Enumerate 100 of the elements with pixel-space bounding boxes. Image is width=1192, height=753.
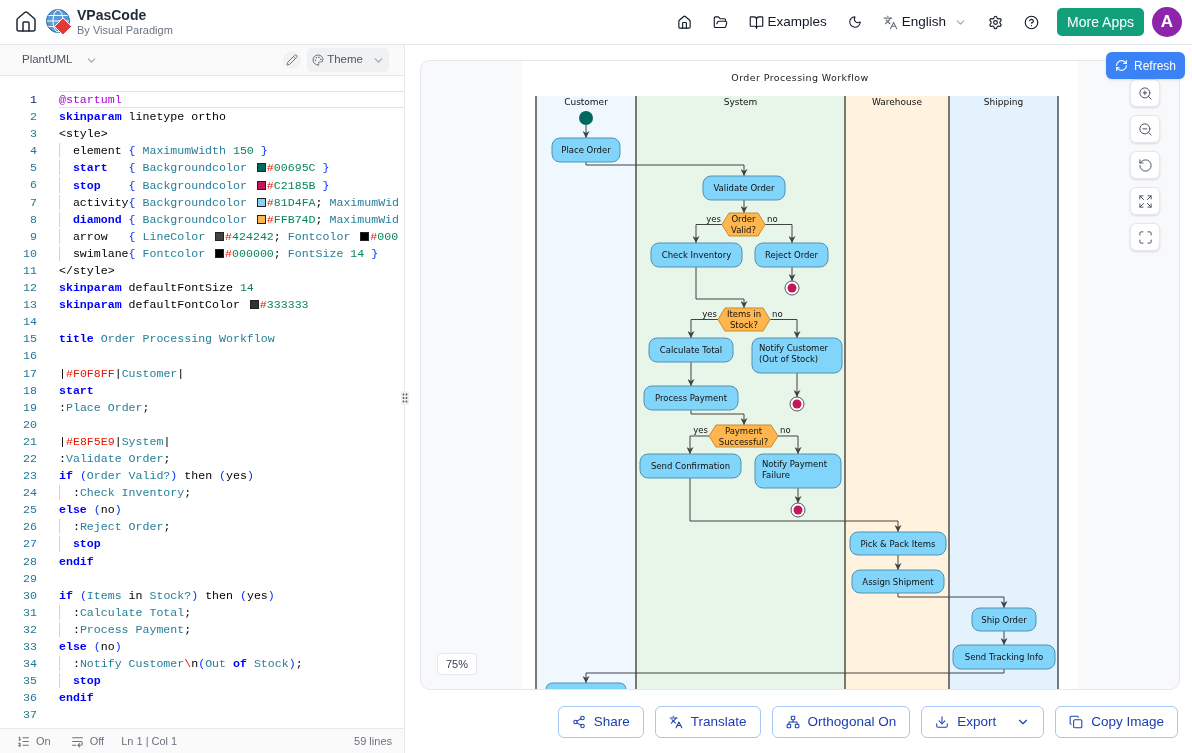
code-text: if (Order Valid?) then (yes) bbox=[59, 468, 254, 484]
branch-label: no bbox=[772, 308, 783, 319]
moon-icon[interactable] bbox=[847, 15, 862, 29]
rotate-left-icon bbox=[1137, 157, 1153, 173]
line-number: 17 bbox=[23, 365, 37, 382]
code-text: endif bbox=[59, 690, 94, 706]
download-icon bbox=[935, 715, 950, 729]
swimlane-title: Warehouse bbox=[872, 96, 922, 107]
activity-node: Notify Payment Failure bbox=[754, 453, 842, 489]
refresh-icon bbox=[1114, 59, 1128, 72]
fullscreen-button[interactable] bbox=[1130, 223, 1160, 251]
help-icon[interactable] bbox=[1024, 14, 1040, 30]
end-node-icon bbox=[784, 280, 800, 296]
decision-node: Payment Successful? bbox=[708, 424, 779, 448]
activity-node: Send Confirmation bbox=[639, 453, 742, 479]
code-text: #C2185B } bbox=[266, 177, 330, 193]
app-name: VPasCode bbox=[77, 7, 148, 24]
line-number: 13 bbox=[23, 297, 37, 314]
line-number: 35 bbox=[23, 673, 37, 690]
start-node-icon bbox=[579, 111, 593, 125]
line-number: 18 bbox=[23, 382, 37, 399]
activity-node: Process Payment bbox=[643, 385, 739, 411]
code-text: skinparam defaultFontSize 14 bbox=[59, 280, 254, 296]
fullscreen-icon bbox=[1137, 229, 1153, 245]
line-number: 30 bbox=[23, 587, 37, 604]
language-selector[interactable]: English bbox=[882, 11, 968, 33]
end-node-icon bbox=[789, 396, 805, 412]
branch-label: no bbox=[780, 425, 791, 435]
code-text: else (no) bbox=[59, 639, 122, 655]
line-number: 36 bbox=[23, 690, 37, 707]
line-number: 27 bbox=[23, 536, 37, 553]
line-number: 14 bbox=[23, 314, 37, 331]
line-number: 19 bbox=[23, 399, 37, 416]
branch-label: no bbox=[767, 213, 778, 224]
edit-button[interactable] bbox=[283, 51, 302, 69]
code-text: #333333 bbox=[259, 297, 309, 313]
examples-button[interactable]: Examples bbox=[748, 11, 827, 33]
theme-button[interactable]: Theme bbox=[307, 48, 389, 72]
code-text: #000 bbox=[370, 228, 399, 244]
code-text: else (no) bbox=[59, 502, 122, 518]
line-number: 12 bbox=[23, 280, 37, 297]
settings-icon[interactable] bbox=[988, 14, 1004, 30]
line-number: 15 bbox=[23, 331, 37, 348]
home-icon[interactable] bbox=[676, 14, 692, 30]
flow-arrow bbox=[690, 409, 748, 426]
line-number: 20 bbox=[23, 416, 37, 433]
line-number: 23 bbox=[23, 468, 37, 485]
zoom-out-button[interactable] bbox=[1130, 115, 1160, 143]
code-text: |#E8F5E9|System| bbox=[59, 433, 171, 449]
language-dropdown[interactable]: PlantUML bbox=[22, 51, 98, 69]
hierarchy-icon bbox=[785, 715, 800, 729]
word-wrap-toggle[interactable]: Off bbox=[70, 732, 105, 750]
flow-arrow bbox=[686, 435, 710, 455]
code-text: #00695C } bbox=[266, 160, 330, 176]
flow-arrow bbox=[769, 319, 801, 339]
line-numbers-toggle[interactable]: On bbox=[17, 732, 51, 750]
code-text: #000000; FontSize 14 } bbox=[225, 245, 379, 261]
code-text: #81D4FA; MaximumWid bbox=[266, 194, 400, 210]
refresh-button[interactable]: Refresh bbox=[1105, 52, 1185, 79]
code-text: stop bbox=[72, 536, 101, 552]
line-number: 22 bbox=[23, 450, 37, 467]
expand-arrows-icon bbox=[1137, 193, 1153, 209]
fit-view-button[interactable] bbox=[1130, 187, 1160, 215]
swimlane-title: System bbox=[723, 96, 758, 107]
cursor-position: Ln 1 | Col 1 bbox=[121, 733, 178, 749]
flow-arrow bbox=[582, 124, 590, 139]
code-text: title Order Processing Workflow bbox=[59, 331, 275, 347]
reset-view-button[interactable] bbox=[1130, 151, 1160, 179]
pencil-icon bbox=[286, 54, 299, 66]
activity-node: Validate Order bbox=[702, 175, 786, 201]
translate-button[interactable]: Translate bbox=[654, 706, 761, 738]
share-button[interactable]: Share bbox=[557, 706, 644, 738]
flow-arrow bbox=[788, 266, 796, 282]
folder-icon[interactable] bbox=[712, 14, 728, 30]
end-node-icon bbox=[790, 502, 806, 518]
line-number: 6 bbox=[30, 177, 37, 194]
swimlane-title: Customer bbox=[564, 96, 608, 107]
code-text: :Place Order; bbox=[59, 399, 150, 415]
flow-arrow bbox=[692, 224, 723, 244]
drag-handle-icon[interactable] bbox=[401, 391, 409, 405]
flow-arrow bbox=[740, 199, 748, 214]
home-icon[interactable] bbox=[14, 10, 38, 34]
line-number: 2 bbox=[30, 109, 37, 126]
copy-image-button[interactable]: Copy Image bbox=[1055, 706, 1178, 738]
book-icon bbox=[748, 14, 764, 30]
line-count: 59 lines bbox=[354, 733, 392, 749]
export-button[interactable]: Export bbox=[921, 706, 1045, 738]
branch-label: yes bbox=[706, 213, 721, 224]
activity-node: Place Order bbox=[551, 137, 621, 163]
zoom-in-button[interactable] bbox=[1130, 79, 1160, 107]
code-text: skinparam defaultFontColor bbox=[59, 297, 241, 313]
line-number: 33 bbox=[23, 639, 37, 655]
activity-node: Check Inventory bbox=[650, 242, 743, 268]
activity-node: Reject Order bbox=[754, 242, 829, 268]
orthogonal-toggle-button[interactable]: Orthogonal On bbox=[771, 706, 911, 738]
translate-icon bbox=[882, 14, 898, 30]
user-avatar[interactable]: A bbox=[1152, 7, 1182, 37]
activity-node: Send Tracking Info bbox=[952, 644, 1056, 670]
diagram-title: Order Processing Workflow bbox=[731, 72, 869, 83]
line-number: 1 bbox=[30, 92, 37, 108]
